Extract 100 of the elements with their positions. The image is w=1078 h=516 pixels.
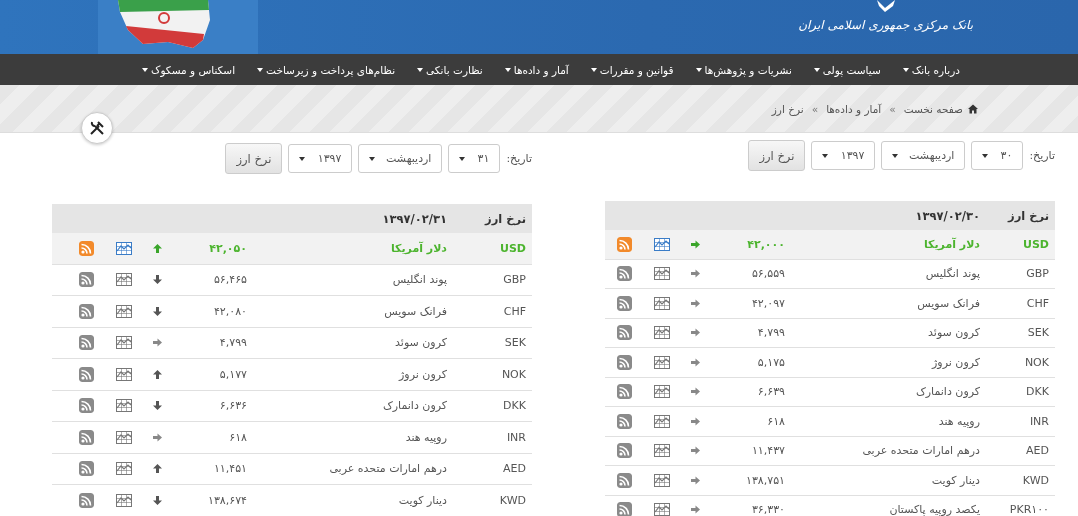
rss-icon[interactable]: [617, 443, 632, 459]
rss-icon[interactable]: [79, 398, 94, 414]
nav-menu-item[interactable]: نظارت بانکی: [417, 63, 483, 76]
breadcrumb-link[interactable]: آمار و داده‌ها: [826, 102, 882, 115]
nav-menu-item[interactable]: اسکناس و مسکوک: [142, 63, 236, 76]
currency-code: SEK: [1026, 326, 1050, 340]
exchange-rate-button[interactable]: نرخ ارز: [748, 140, 806, 171]
rss-icon[interactable]: [617, 502, 632, 516]
currency-name: درهم امارات متحده عربی: [328, 462, 447, 476]
currency-code: INR: [505, 430, 527, 444]
rss-icon[interactable]: [617, 472, 632, 488]
caret-icon: [504, 67, 511, 72]
rate-value: ۱۱,۴۵۱: [212, 462, 247, 476]
currency-name: روپیه هند: [937, 414, 980, 428]
currency-code: PKR۱۰۰: [1008, 503, 1050, 516]
chart-icon[interactable]: [654, 473, 670, 487]
caret-icon: [892, 153, 899, 158]
chart-icon[interactable]: [116, 273, 132, 287]
nav-menu-item[interactable]: نظام‌های پرداخت و زیرساخت: [257, 63, 396, 76]
rss-icon[interactable]: [79, 240, 94, 256]
currency-code: GBP: [1025, 267, 1050, 281]
rss-icon[interactable]: [79, 335, 94, 351]
currency-code: CHF: [1025, 296, 1050, 310]
currency-name: روپیه هند: [404, 430, 447, 444]
currency-code: USD: [499, 241, 527, 255]
caret-icon: [142, 67, 149, 72]
rss-icon[interactable]: [617, 236, 632, 252]
caret-icon: [459, 156, 466, 161]
breadcrumb-separator: »: [811, 102, 819, 115]
currency-name: دلار آمریکا: [922, 237, 980, 251]
rate-value: ۵,۱۷۷: [218, 367, 247, 381]
column-heading: نرخ ارز: [1006, 208, 1050, 223]
chart-icon[interactable]: [654, 385, 670, 399]
rss-icon[interactable]: [79, 366, 94, 382]
caret-icon: [257, 67, 264, 72]
currency-name: یکصد روپیه پاکستان: [888, 503, 980, 516]
chart-icon[interactable]: [116, 430, 132, 444]
rss-icon[interactable]: [617, 325, 632, 341]
rss-icon[interactable]: [617, 266, 632, 282]
currency-code: KWD: [498, 493, 527, 507]
year-select[interactable]: ۱۳۹۷: [288, 144, 353, 173]
chart-icon[interactable]: [654, 267, 670, 281]
chart-icon[interactable]: [654, 296, 670, 310]
currency-code: NOK: [1023, 355, 1050, 369]
rss-icon[interactable]: [79, 429, 94, 445]
rss-icon[interactable]: [617, 295, 632, 311]
caret-icon: [822, 153, 829, 158]
rate-value: ۶,۶۳۶: [218, 399, 247, 413]
caret-icon: [299, 156, 306, 161]
rss-icon[interactable]: [79, 492, 94, 508]
chart-icon[interactable]: [654, 237, 670, 251]
rss-icon[interactable]: [79, 303, 94, 319]
chart-icon[interactable]: [116, 304, 132, 318]
nav-menu-item[interactable]: آمار و داده‌ها: [504, 63, 569, 76]
month-select[interactable]: اردیبهشت: [881, 141, 966, 170]
date-label: تاریخ:: [1029, 149, 1055, 162]
day-select[interactable]: ۳۰: [971, 141, 1024, 170]
rss-icon[interactable]: [617, 354, 632, 370]
caret-icon: [813, 67, 820, 72]
nav-menu-item[interactable]: سیاست پولی: [813, 63, 881, 76]
month-select[interactable]: اردیبهشت: [358, 144, 443, 173]
nav-menu-item[interactable]: درباره بانک: [902, 63, 960, 76]
tools-icon: [89, 120, 105, 136]
nav-menu-item[interactable]: نشریات و پژوهش‌ها: [695, 63, 792, 76]
home-icon: [968, 103, 978, 114]
rss-icon[interactable]: [79, 461, 94, 477]
chart-icon[interactable]: [116, 462, 132, 476]
rate-value: ۴۲,۰۸۰: [212, 304, 247, 318]
currency-code: KWD: [1021, 473, 1050, 487]
exchange-rate-button[interactable]: نرخ ارز: [225, 143, 283, 174]
rss-icon[interactable]: [79, 272, 94, 288]
breadcrumb-separator: »: [889, 102, 896, 115]
chart-icon[interactable]: [654, 326, 670, 340]
breadcrumb-home[interactable]: صفحه نخست: [903, 102, 978, 115]
currency-name: درهم امارات متحده عربی: [861, 444, 980, 458]
caret-icon: [369, 156, 376, 161]
chart-icon[interactable]: [654, 414, 670, 428]
chart-icon[interactable]: [116, 493, 132, 507]
rss-icon[interactable]: [617, 413, 632, 429]
chart-icon[interactable]: [116, 336, 132, 350]
currency-name: دلار آمریکا: [389, 241, 447, 255]
currency-code: AED: [1025, 444, 1050, 458]
currency-code: AED: [502, 462, 527, 476]
year-select[interactable]: ۱۳۹۷: [811, 141, 876, 170]
nav-menu-item[interactable]: قوانین و مقررات: [590, 63, 674, 76]
caret-icon: [695, 67, 702, 72]
day-select[interactable]: ۳۱: [448, 144, 501, 173]
chart-icon[interactable]: [116, 241, 132, 255]
rate-value: ۴۲,۰۵۰: [208, 241, 247, 255]
currency-name: پوند انگلیس: [924, 267, 980, 281]
rate-value: ۶۱۸: [228, 430, 247, 444]
chart-icon[interactable]: [654, 503, 670, 516]
rate-value: ۶,۶۳۹: [756, 385, 785, 399]
rate-value: ۴۲,۰۹۷: [750, 296, 785, 310]
bank-name: بانک مرکزی جمهوری اسلامی ایران: [798, 18, 973, 32]
chart-icon[interactable]: [654, 355, 670, 369]
rss-icon[interactable]: [617, 384, 632, 400]
chart-icon[interactable]: [116, 399, 132, 413]
chart-icon[interactable]: [116, 367, 132, 381]
chart-icon[interactable]: [654, 444, 670, 458]
